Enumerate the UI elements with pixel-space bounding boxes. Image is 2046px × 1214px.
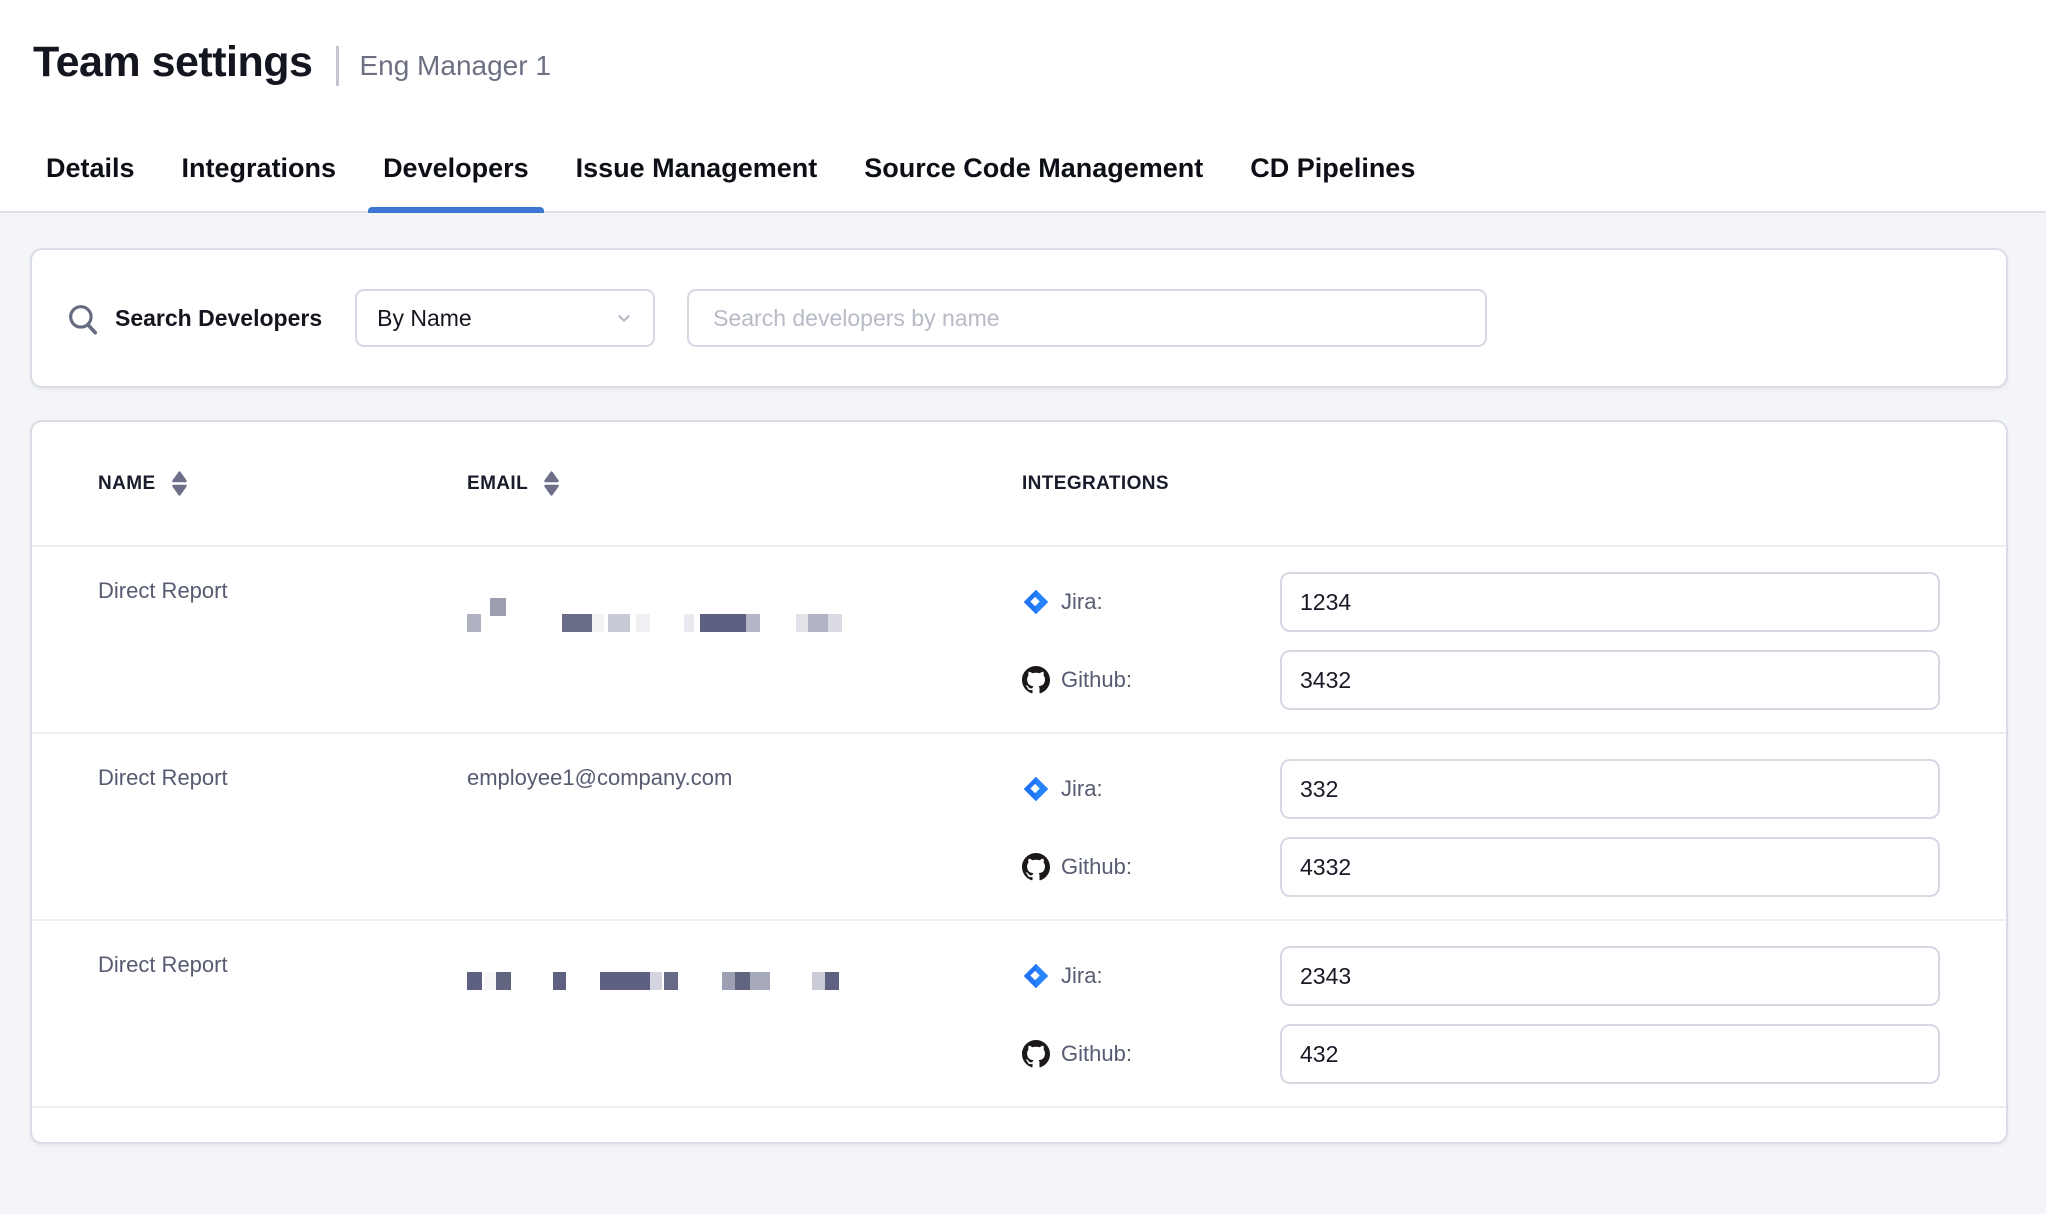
jira-label: Jira: — [1061, 776, 1103, 802]
developer-name: Direct Report — [98, 734, 467, 919]
jira-id-input[interactable] — [1280, 946, 1940, 1006]
search-filter-select[interactable]: By Name — [355, 289, 655, 347]
sort-icon[interactable] — [543, 470, 560, 497]
column-header-integrations: INTEGRATIONS — [1022, 473, 1940, 495]
jira-id-input[interactable] — [1280, 759, 1940, 819]
developers-table: NAME EMAIL INTEGRATIONS Direct Report — [30, 420, 2008, 1144]
table-row: Direct Report Jira: — [32, 547, 2006, 734]
github-label: Github: — [1061, 1041, 1132, 1067]
redacted-email-blocks — [467, 972, 1022, 990]
search-input[interactable] — [687, 289, 1487, 347]
jira-icon — [1022, 962, 1050, 990]
name-header-label: NAME — [98, 473, 156, 495]
search-developers-label: Search Developers — [115, 305, 322, 332]
developer-email-redacted — [467, 921, 1022, 1106]
developer-email: employee1@company.com — [467, 734, 1022, 919]
tab-bar: Details Integrations Developers Issue Ma… — [0, 125, 2046, 213]
developer-email-redacted — [467, 547, 1022, 732]
search-icon — [66, 302, 100, 336]
github-id-input[interactable] — [1280, 837, 1940, 897]
tab-developers[interactable]: Developers — [368, 125, 544, 211]
tab-cd-pipelines[interactable]: CD Pipelines — [1235, 125, 1430, 211]
page-header: Team settings Eng Manager 1 — [0, 0, 2046, 125]
integrations-cell: Jira: Github: — [1022, 547, 1940, 732]
github-label: Github: — [1061, 854, 1132, 880]
github-icon — [1022, 666, 1050, 694]
github-id-input[interactable] — [1280, 1024, 1940, 1084]
jira-label-group: Jira: — [1022, 588, 1280, 616]
tab-issue-management[interactable]: Issue Management — [561, 125, 833, 211]
column-header-email: EMAIL — [467, 470, 1022, 497]
page-title: Team settings — [33, 38, 312, 87]
jira-field: Jira: — [1022, 946, 1940, 1006]
jira-icon — [1022, 775, 1050, 803]
redacted-email-blocks — [467, 612, 1022, 630]
jira-label-group: Jira: — [1022, 962, 1280, 990]
table-row: Direct Report employee1@company.com Jira… — [32, 734, 2006, 921]
table-header-row: NAME EMAIL INTEGRATIONS — [32, 422, 2006, 547]
github-icon — [1022, 1040, 1050, 1068]
jira-label-group: Jira: — [1022, 775, 1280, 803]
developer-name: Direct Report — [98, 547, 467, 732]
github-label: Github: — [1061, 667, 1132, 693]
integrations-header-label: INTEGRATIONS — [1022, 473, 1169, 495]
jira-label: Jira: — [1061, 589, 1103, 615]
developer-name: Direct Report — [98, 921, 467, 1106]
column-header-name: NAME — [98, 470, 467, 497]
tab-details[interactable]: Details — [31, 125, 150, 211]
jira-label: Jira: — [1061, 963, 1103, 989]
jira-field: Jira: — [1022, 572, 1940, 632]
github-field: Github: — [1022, 1024, 1940, 1084]
tab-integrations[interactable]: Integrations — [167, 125, 352, 211]
content-area: Search Developers By Name NAME EMAIL — [0, 213, 2046, 1214]
tab-source-code-management[interactable]: Source Code Management — [849, 125, 1218, 211]
team-name: Eng Manager 1 — [359, 50, 550, 82]
integrations-cell: Jira: Github: — [1022, 734, 1940, 919]
github-label-group: Github: — [1022, 666, 1280, 694]
search-filter-value: By Name — [377, 305, 472, 332]
table-row: Direct Report Jira: — [32, 921, 2006, 1108]
jira-field: Jira: — [1022, 759, 1940, 819]
github-field: Github: — [1022, 837, 1940, 897]
jira-icon — [1022, 588, 1050, 616]
github-field: Github: — [1022, 650, 1940, 710]
github-label-group: Github: — [1022, 1040, 1280, 1068]
jira-id-input[interactable] — [1280, 572, 1940, 632]
search-panel: Search Developers By Name — [30, 248, 2008, 388]
chevron-down-icon — [613, 307, 635, 329]
sort-icon[interactable] — [171, 470, 188, 497]
github-label-group: Github: — [1022, 853, 1280, 881]
integrations-cell: Jira: Github: — [1022, 921, 1940, 1106]
email-header-label: EMAIL — [467, 473, 528, 495]
title-separator — [336, 46, 339, 86]
github-icon — [1022, 853, 1050, 881]
github-id-input[interactable] — [1280, 650, 1940, 710]
